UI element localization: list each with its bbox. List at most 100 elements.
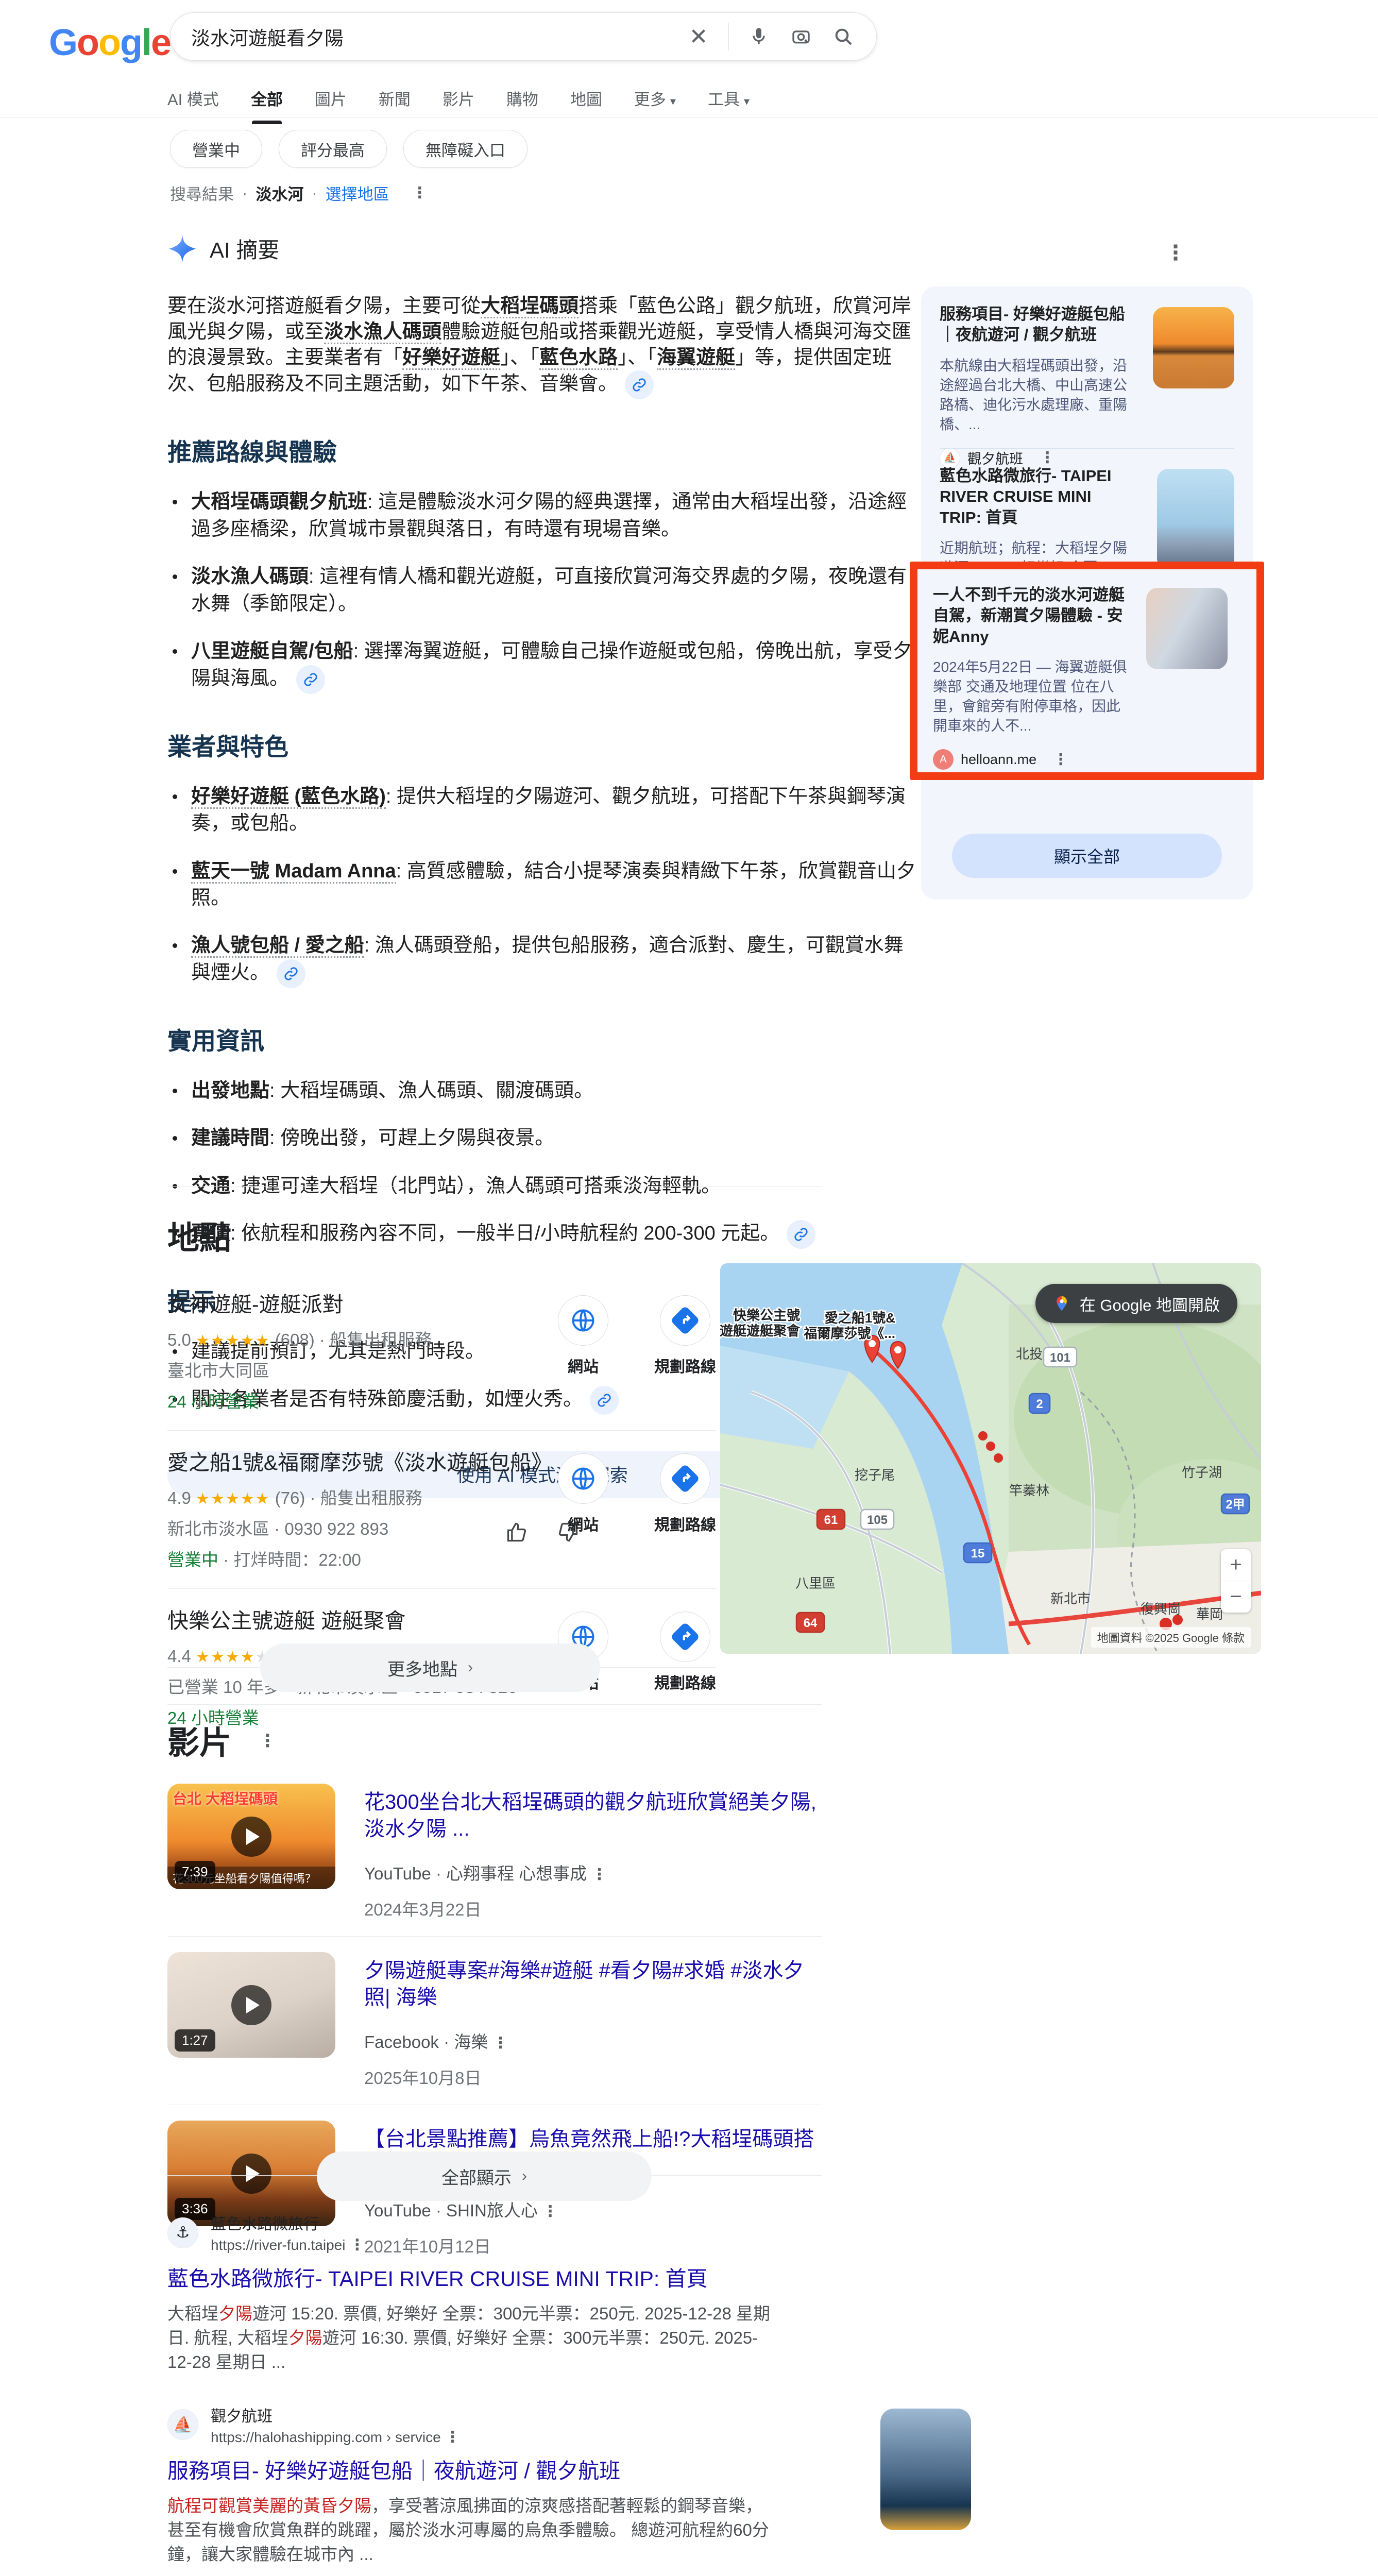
card-snippet: 2024年5月22日 — 海翼遊艇俱樂部 交通及地理位置 位在八里，會館旁有附停… — [933, 657, 1129, 736]
link-icon[interactable] — [625, 370, 654, 399]
ai-overview-menu-icon[interactable]: ⋮ — [1165, 241, 1186, 265]
ai-bullet-list: 好樂好遊艇 (藍色水路): 提供大稻埕的夕陽遊河、觀夕航班，可搭配下午茶與鋼琴演… — [167, 783, 917, 988]
search-bar[interactable]: 淡水河遊艇看夕陽 ✕ — [170, 12, 877, 61]
search-icon[interactable] — [831, 24, 856, 49]
place-row[interactable]: 愛之船1號&福爾摩莎號《淡水遊艇包船》4.9 ★★★★★ (76) · 船隻出租… — [167, 1430, 716, 1588]
video-thumbnail[interactable]: 1:27 — [167, 1952, 335, 2058]
show-all-videos-button[interactable]: 全部顯示› — [317, 2151, 652, 2201]
ai-section-heading: 推薦路線與體驗 — [167, 432, 917, 468]
ai-bullet-list: 大稻埕碼頭觀夕航班: 這是體驗淡水河夕陽的經典選擇，通常由大稻埕出發，沿途經過多… — [167, 488, 917, 693]
directions-icon[interactable] — [660, 1453, 710, 1504]
link-icon[interactable] — [277, 959, 305, 988]
result-menu-icon[interactable]: ⋮ — [349, 2236, 365, 2253]
result-header[interactable]: ⚓藍色水路微旅行https://river-fun.taipei ⋮ — [167, 2211, 1090, 2254]
site-name: 觀夕航班 — [211, 2403, 460, 2426]
divider — [167, 1704, 822, 1705]
video-menu-icon[interactable]: ⋮ — [492, 2035, 508, 2052]
zoom-in-button[interactable]: + — [1221, 1549, 1251, 1581]
video-thumbnail[interactable]: 台北 大稻埕碼頭花300元坐船看夕陽值得嗎？7:39 — [167, 1784, 335, 1889]
ai-bullet: 漁人號包船 / 愛之船: 漁人碼頭登船，提供包船服務，適合派對、慶生，可觀賞水舞… — [167, 932, 917, 988]
rating-value: 4.9 — [167, 1488, 196, 1507]
search-input[interactable]: 淡水河遊艇看夕陽 — [191, 23, 669, 50]
sidebar-card[interactable]: 服務項目- 好樂好遊艇包船｜夜航遊河 / 觀夕航班本航線由大稻埕碼頭出發，沿途經… — [940, 304, 1234, 468]
svg-text:61: 61 — [824, 1513, 838, 1527]
rating-value: 5.0 — [167, 1330, 196, 1349]
card-thumbnail-image — [1146, 588, 1228, 669]
video-title[interactable]: 花300坐台北大稻埕碼頭的觀夕航班欣賞絕美夕陽, 淡水夕陽 ... — [364, 1789, 822, 1842]
filter-chip[interactable]: 無障礙入口 — [403, 130, 528, 168]
results-meta-scope: 淡水河 — [256, 181, 303, 205]
result-title[interactable]: 藍色水路微旅行- TAIPEI RIVER CRUISE MINI TRIP: … — [167, 2265, 775, 2293]
zoom-out-button[interactable]: − — [1221, 1581, 1251, 1613]
divider — [167, 1186, 822, 1187]
play-icon — [231, 1817, 271, 1857]
source-favicon-icon: A — [933, 749, 954, 770]
directions-icon[interactable] — [660, 1612, 710, 1662]
result-menu-icon[interactable]: ⋮ — [445, 2429, 460, 2446]
result-title[interactable]: 服務項目- 好樂好遊艇包船｜夜航遊河 / 觀夕航班 — [167, 2458, 775, 2485]
overflow-menu-icon[interactable]: ⋮ — [412, 184, 428, 202]
directions-icon[interactable] — [660, 1295, 710, 1346]
link-icon[interactable] — [787, 1220, 815, 1249]
places-map[interactable]: 北投挖子尾竿蓁林八里區竹子湖華岡復興崗新北市快樂公主號遊艇遊艇聚會愛之船1號&福… — [720, 1263, 1261, 1654]
site-url: https://halohashipping.com › service ⋮ — [211, 2428, 460, 2446]
website-button[interactable]: 網站 — [552, 1453, 614, 1535]
review-count: (608) · 船隻出租服務 — [270, 1330, 432, 1349]
video-source: Facebook · 海樂 ⋮ — [364, 2028, 822, 2053]
filter-chip[interactable]: 評分最高 — [279, 130, 387, 168]
organic-results: ⚓藍色水路微旅行https://river-fun.taipei ⋮ 藍色水路微旅… — [167, 2211, 1090, 2576]
svg-text:105: 105 — [867, 1513, 888, 1527]
video-thumbnail[interactable]: 3:36 — [167, 2121, 335, 2226]
svg-text:遊艇遊艇聚會: 遊艇遊艇聚會 — [720, 1323, 801, 1338]
video-title[interactable]: 夕陽遊艇專案#海樂#遊艇 #看夕陽#求婚 #淡水夕照| 海樂 — [364, 1957, 822, 2011]
more-places-button[interactable]: 更多地點› — [260, 1643, 600, 1692]
place-row[interactable]: 女神遊艇-遊艇派對5.0 ★★★★★ (608) · 船隻出租服務臺北市大同區2… — [167, 1273, 716, 1430]
source-favicon-icon: ⛵ — [940, 448, 960, 468]
result-snippet: 大稻埕夕陽遊河 15:20. 票價, 好樂好 全票：300元半票：250元. 2… — [167, 2302, 775, 2375]
lens-camera-icon[interactable] — [789, 24, 813, 49]
ai-bullet: 八里遊艇自駕/包船: 選擇海翼遊艇，可體驗自己操作遊艇或包船，傍晚出航，享受夕陽… — [167, 638, 917, 693]
svg-text:101: 101 — [1050, 1351, 1070, 1365]
play-icon — [231, 2154, 271, 2194]
google-search-results-page: Google 淡水河遊艇看夕陽 ✕ AI 模式全部圖片新聞影片購物地圖更多▾工具… — [0, 0, 1378, 2576]
ai-bullet: 出發地點: 大稻埕碼頭、漁人碼頭、關渡碼頭。 — [167, 1077, 917, 1104]
ai-bullet: 建議時間: 傍晚出發，可趕上夕陽與夜景。 — [167, 1125, 917, 1151]
play-icon — [231, 1985, 271, 2025]
choose-region-link[interactable]: 選擇地區 — [326, 181, 389, 205]
search-result: ⛵觀夕航班https://halohashipping.com › servic… — [167, 2403, 1090, 2567]
svg-text:華岡: 華岡 — [1196, 1606, 1223, 1622]
filter-chips: 營業中評分最高無障礙入口 — [170, 130, 528, 168]
rating-stars: ★★★★★ — [196, 1490, 270, 1507]
directions-button[interactable]: 規劃路線 — [654, 1612, 716, 1693]
ai-section-heading: 實用資訊 — [167, 1021, 917, 1057]
videos-menu-icon[interactable]: ⋮ — [259, 1731, 276, 1751]
filter-chip[interactable]: 營業中 — [170, 130, 262, 168]
video-result[interactable]: 台北 大稻埕碼頭花300元坐船看夕陽值得嗎？7:39 花300坐台北大稻埕碼頭的觀… — [167, 1768, 822, 1936]
show-all-button[interactable]: 顯示全部 — [952, 834, 1222, 878]
ai-bullet: 大稻埕碼頭觀夕航班: 這是體驗淡水河夕陽的經典選擇，通常由大稻埕出發，沿途經過多… — [167, 488, 917, 543]
svg-text:64: 64 — [804, 1616, 818, 1630]
directions-button[interactable]: 規劃路線 — [654, 1453, 716, 1535]
microphone-icon[interactable] — [746, 24, 771, 49]
svg-text:2甲: 2甲 — [1226, 1498, 1245, 1512]
globe-icon[interactable] — [558, 1453, 608, 1504]
clear-icon[interactable]: ✕ — [686, 24, 711, 49]
open-google-maps-button[interactable]: 在 Google 地圖開啟 — [1035, 1284, 1237, 1323]
directions-button[interactable]: 規劃路線 — [654, 1295, 716, 1377]
link-icon[interactable] — [296, 665, 325, 694]
video-menu-icon[interactable]: ⋮ — [591, 1866, 607, 1883]
review-count: (76) · 船隻出租服務 — [270, 1488, 422, 1507]
globe-icon[interactable] — [558, 1295, 608, 1346]
google-logo[interactable]: Google — [49, 22, 171, 64]
results-meta-label: 搜尋結果 — [170, 181, 234, 205]
card-title: 服務項目- 好樂好遊艇包船｜夜航遊河 / 觀夕航班 — [940, 304, 1135, 346]
website-button[interactable]: 網站 — [552, 1295, 614, 1377]
rating-value: 4.4 — [167, 1647, 196, 1666]
result-snippet: 航程可觀賞美麗的黃昏夕陽，享受著涼風拂面的涼爽感搭配著輕鬆的鋼琴音樂，甚至有機會… — [167, 2494, 775, 2567]
divider — [728, 23, 729, 50]
sidebar-card[interactable]: 一人不到千元的淡水河遊艇自駕，新潮賞夕陽體驗 - 安妮Anny2024年5月22… — [933, 585, 1228, 770]
ai-bullet: 票價: 依航程和服務內容不同，一般半日/小時航程約 200-300 元起。 — [167, 1220, 917, 1249]
video-duration-badge: 1:27 — [175, 2029, 215, 2052]
map-zoom-control[interactable]: +− — [1221, 1549, 1251, 1613]
video-result[interactable]: 1:27 夕陽遊艇專案#海樂#遊艇 #看夕陽#求婚 #淡水夕照| 海樂 Facebo… — [167, 1936, 822, 2105]
